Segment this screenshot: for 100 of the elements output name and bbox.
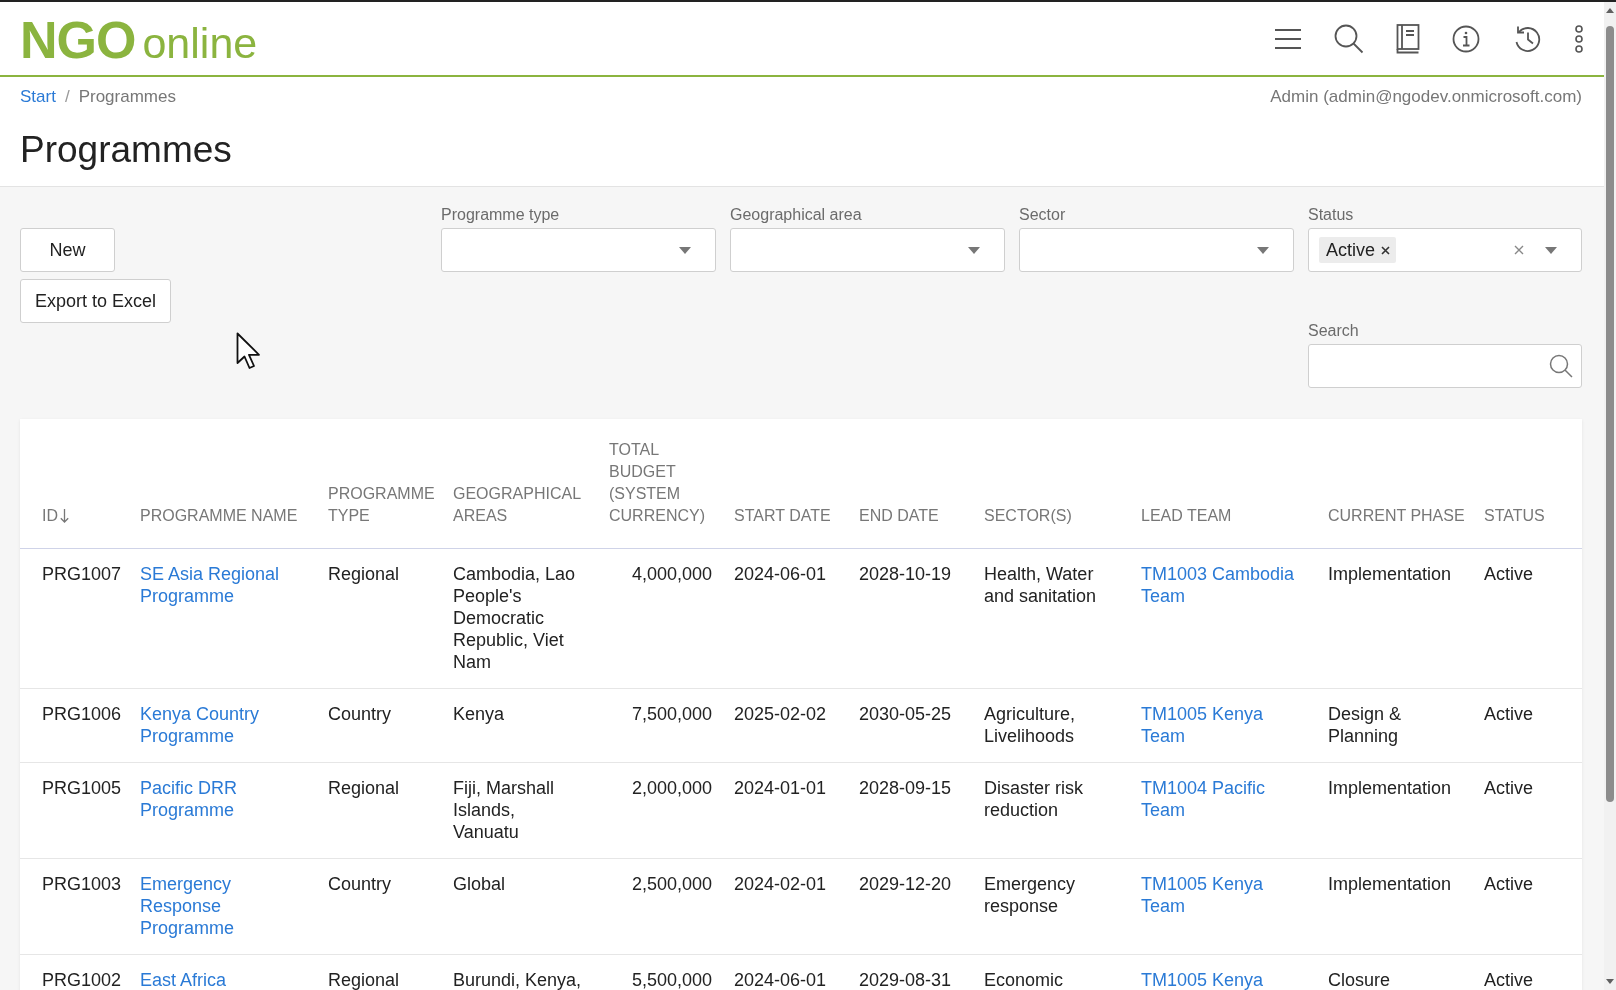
page-title: Programmes [20, 128, 232, 172]
table-cell: Country [328, 874, 392, 894]
column-header[interactable]: CURRENT PHASE [1328, 505, 1465, 527]
menu-icon[interactable] [1274, 27, 1302, 50]
table-cell: Agriculture, Livelihoods [984, 704, 1076, 746]
filter-label: Sector [1019, 205, 1066, 225]
sort-down-icon[interactable] [60, 509, 69, 523]
info-icon[interactable] [1452, 24, 1480, 53]
table-cell: Cambodia, Lao People's Democratic Republic, Viet Nam [453, 564, 576, 672]
breadcrumb-current: Programmes [78, 86, 176, 108]
filter-label: Programme type [441, 205, 560, 225]
table-cell: Implementation [1328, 564, 1452, 584]
dropdown-caret-icon[interactable] [1257, 246, 1269, 254]
scroll-down-arrow-icon[interactable] [1606, 979, 1614, 984]
more-icon[interactable] [1574, 24, 1584, 53]
column-header[interactable]: GEOGRAPHICAL AREAS [453, 483, 601, 527]
table-cell: Country [328, 704, 392, 724]
table-cell: Active [1484, 970, 1534, 990]
table-cell: 2024-06-01 [734, 564, 827, 584]
table-cell: Regional [328, 970, 400, 990]
table-cell: 2028-10-19 [859, 564, 952, 584]
filter-label: Status [1308, 205, 1354, 225]
table-link[interactable]: TM1004 Pacific Team [1141, 777, 1306, 821]
table-link[interactable]: Emergency Response Programme [140, 873, 308, 939]
table-link[interactable]: TM1005 Kenya Team [1141, 703, 1306, 747]
table-cell: 2024-06-01 [734, 970, 827, 990]
column-header[interactable]: TOTAL BUDGET (SYSTEM CURRENCY) [609, 439, 714, 527]
table-cell: Regional [328, 564, 400, 584]
table-cell: 2025-02-02 [734, 704, 827, 724]
book-icon[interactable] [1396, 23, 1420, 54]
search-icon[interactable] [1334, 23, 1364, 54]
table-cell: Design & Planning [1328, 704, 1402, 746]
scrollbar-thumb[interactable] [1606, 26, 1614, 802]
table-cell: 5,500,000 [631, 970, 712, 990]
table-link[interactable]: TM1003 Cambodia Team [1141, 563, 1306, 607]
column-header[interactable]: STATUS [1484, 505, 1545, 527]
table-cell: Implementation [1328, 778, 1452, 798]
table-cell: 2024-01-01 [734, 778, 827, 798]
table-cell: PRG1006 [42, 704, 122, 724]
table-cell: Implementation [1328, 874, 1452, 894]
table-cell: Closure [1328, 970, 1391, 990]
table-cell: PRG1005 [42, 778, 122, 798]
table-cell: Kenya [453, 704, 505, 724]
table-cell: 2029-12-20 [859, 874, 952, 894]
table-cell: Regional [328, 778, 400, 798]
table-cell: 2029-08-31 [859, 970, 952, 990]
filter-label: Geographical area [730, 205, 862, 225]
table-link[interactable]: TM1005 Kenya Team [1141, 873, 1306, 917]
table-cell: Active [1484, 874, 1534, 894]
filter-chip[interactable]: Active [1319, 237, 1397, 263]
logo: NGO online [20, 13, 258, 66]
table-cell: 4,000,000 [631, 564, 712, 584]
table-cell: Health, Water and sanitation [984, 564, 1097, 606]
table-cell: Disaster risk reduction [984, 778, 1083, 820]
table-cell: Active [1484, 704, 1534, 724]
table-link[interactable]: Kenya Country Programme [140, 703, 308, 747]
table-link[interactable]: Pacific DRR Programme [140, 777, 308, 821]
table-cell: PRG1007 [42, 564, 122, 584]
table-cell: 2,500,000 [631, 874, 712, 894]
search-field[interactable] [1308, 344, 1582, 388]
dropdown-caret-icon[interactable] [1545, 246, 1557, 254]
filter-dropdown[interactable]: Active [1308, 228, 1582, 272]
table-cell: 2028-09-15 [859, 778, 952, 798]
table-cell: Global [453, 874, 506, 894]
breadcrumb-link[interactable]: Start [20, 86, 56, 108]
chip-label: Active [1326, 238, 1376, 262]
mouse-pointer-icon [236, 332, 262, 370]
column-header[interactable]: START DATE [734, 505, 831, 527]
action-button[interactable]: New [20, 228, 115, 272]
column-header[interactable]: LEAD TEAM [1141, 505, 1232, 527]
breadcrumb-separator: / [64, 86, 70, 108]
user-account-label: Admin (admin@ngodev.onmicrosoft.com) [1270, 86, 1582, 108]
table-link[interactable]: TM1005 Kenya [1141, 969, 1264, 990]
column-header[interactable]: SECTOR(S) [984, 505, 1072, 527]
search-icon[interactable] [1549, 354, 1573, 378]
dropdown-caret-icon[interactable] [679, 246, 691, 254]
column-header[interactable]: PROGRAMME TYPE [328, 483, 445, 527]
table-cell: Active [1484, 778, 1534, 798]
action-button[interactable]: Export to Excel [20, 279, 172, 323]
table-link[interactable]: East Africa [140, 969, 227, 990]
table-cell: 2024-02-01 [734, 874, 827, 894]
table-cell: 7,500,000 [631, 704, 712, 724]
table-cell: Fiji, Marshall Islands, Vanuatu [453, 778, 554, 842]
table-cell: Emergency response [984, 874, 1076, 916]
chip-remove-icon[interactable] [1381, 245, 1391, 255]
table-cell: 2030-05-25 [859, 704, 952, 724]
table-cell: Economic [984, 970, 1064, 990]
column-header[interactable]: PROGRAMME NAME [140, 505, 298, 527]
column-header[interactable]: END DATE [859, 505, 939, 527]
table-cell: PRG1002 [42, 970, 122, 990]
scroll-up-arrow-icon[interactable] [1606, 8, 1614, 13]
table-cell: PRG1003 [42, 874, 122, 894]
table-cell: Active [1484, 564, 1534, 584]
table-cell: Burundi, Kenya, [453, 970, 582, 990]
dropdown-caret-icon[interactable] [968, 246, 980, 254]
table-link[interactable]: SE Asia Regional Programme [140, 563, 308, 607]
clear-icon[interactable] [1514, 245, 1524, 255]
search-label: Search [1308, 321, 1359, 341]
column-header[interactable]: ID [42, 505, 58, 527]
table-cell: 2,000,000 [631, 778, 712, 798]
